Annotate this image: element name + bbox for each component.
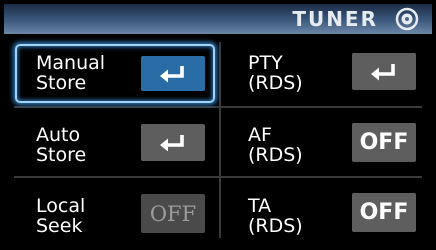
local-seek-label: Local Seek <box>36 195 86 237</box>
ta-rds-button[interactable]: OFF <box>352 193 416 232</box>
af-rds-label: AF (RDS) <box>248 124 303 166</box>
header-title: TUNER <box>292 7 378 31</box>
pty-rds-button[interactable] <box>352 53 416 90</box>
ta-rds-label: TA (RDS) <box>248 195 303 237</box>
manual-store-button[interactable] <box>141 56 205 91</box>
enter-arrow-icon <box>160 65 184 82</box>
af-rds-button[interactable]: OFF <box>352 123 416 162</box>
enter-arrow-icon <box>371 63 395 80</box>
enter-arrow-icon <box>160 134 184 151</box>
row-divider <box>14 176 422 178</box>
header-bar: TUNER <box>4 4 432 34</box>
column-divider <box>219 42 221 238</box>
row-divider <box>14 106 422 108</box>
disc-icon <box>395 7 419 31</box>
auto-store-button[interactable] <box>141 124 205 161</box>
pty-rds-label: PTY (RDS) <box>248 52 303 94</box>
manual-store-label: Manual Store <box>36 52 106 94</box>
local-seek-button[interactable]: OFF <box>141 194 205 233</box>
auto-store-label: Auto Store <box>36 124 87 166</box>
